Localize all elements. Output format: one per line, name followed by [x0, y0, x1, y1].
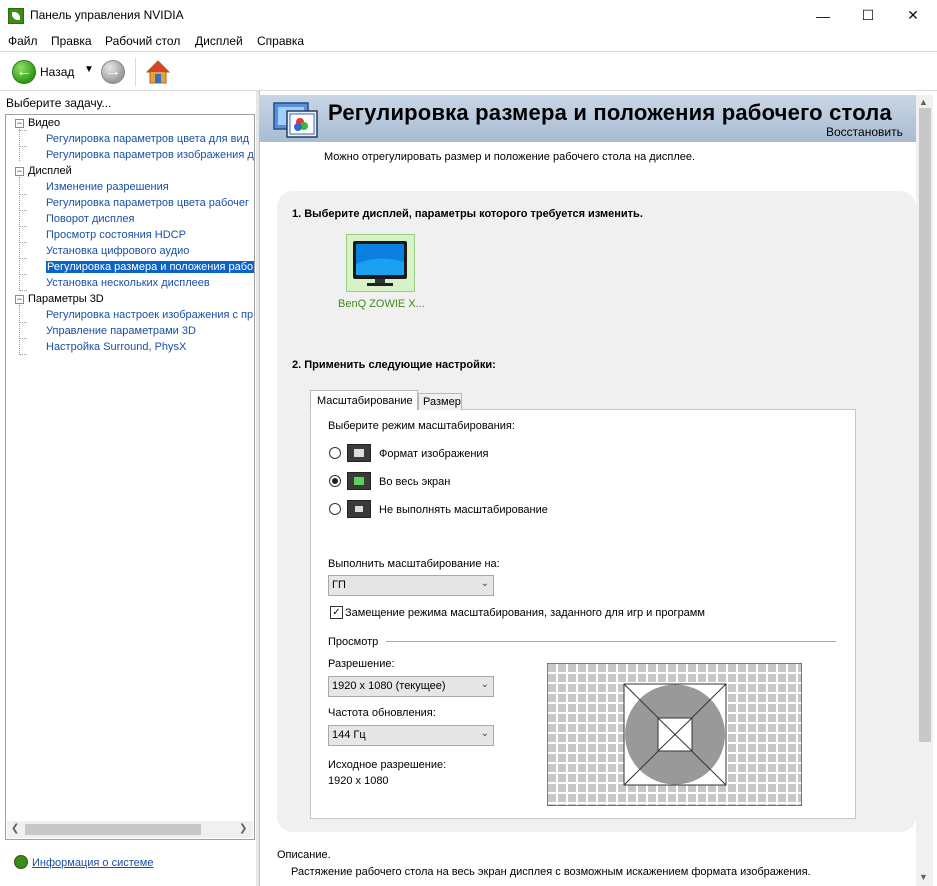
description-text: Растяжение рабочего стола на весь экран …	[291, 866, 811, 878]
override-scaling-checkbox[interactable]: ✓	[330, 606, 343, 619]
scroll-up-icon[interactable]: ▲	[919, 97, 928, 107]
system-info-icon	[14, 855, 28, 869]
tree-item-multiple-displays[interactable]: Установка нескольких дисплеев	[46, 277, 210, 289]
perform-scaling-on-select[interactable]: ГП ⌄	[328, 575, 494, 596]
restore-defaults-link[interactable]: Восстановить	[826, 125, 903, 139]
page-description: Можно отрегулировать размер и положение …	[324, 151, 696, 163]
nvidia-logo-icon	[8, 8, 24, 24]
refresh-rate-select[interactable]: 144 Гц ⌄	[328, 725, 494, 746]
preview-section-label: Просмотр	[328, 636, 379, 648]
desktop-settings-icon	[273, 102, 318, 138]
tab-size[interactable]: Размер	[418, 393, 462, 410]
task-tree: − Видео Регулировка параметров цвета для…	[5, 114, 255, 840]
toolbar: ← Назад ▼ →	[0, 51, 937, 91]
step1-heading: 1. Выберите дисплей, параметры которого …	[292, 208, 643, 220]
scroll-down-icon[interactable]: ▼	[919, 872, 928, 882]
native-resolution-value: 1920 x 1080	[328, 775, 389, 787]
tree-category-display[interactable]: Дисплей	[28, 165, 72, 177]
native-resolution-label: Исходное разрешение:	[328, 759, 447, 771]
chevron-down-icon[interactable]: ▼	[84, 64, 94, 75]
collapse-video-icon[interactable]: −	[15, 119, 24, 128]
monitor-icon[interactable]	[351, 240, 409, 286]
forward-arrow-icon[interactable]: →	[101, 60, 125, 84]
description-heading: Описание.	[277, 849, 331, 861]
preview-divider	[386, 641, 836, 642]
refresh-rate-label: Частота обновления:	[328, 707, 436, 719]
task-pane-header: Выберите задачу...	[6, 96, 112, 110]
resolution-label: Разрешение:	[328, 658, 395, 670]
tree-item-image-settings-preview[interactable]: Регулировка настроек изображения с пр	[46, 309, 253, 321]
menu-file[interactable]: Файл	[8, 34, 38, 48]
tree-category-video[interactable]: Видео	[28, 117, 60, 129]
tree-item-surround-physx[interactable]: Настройка Surround, PhysX	[46, 341, 186, 353]
tree-item-desktop-color[interactable]: Регулировка параметров цвета рабочег	[46, 197, 249, 209]
aspect-ratio-icon	[347, 444, 371, 462]
option-no-scaling[interactable]: Не выполнять масштабирование	[379, 504, 548, 516]
tree-item-video-color[interactable]: Регулировка параметров цвета для вид	[46, 133, 249, 145]
perform-scaling-on-value: ГП	[332, 579, 346, 591]
chevron-down-icon: ⌄	[480, 578, 489, 589]
tree-item-manage-3d[interactable]: Управление параметрами 3D	[46, 325, 196, 337]
menu-display[interactable]: Дисплей	[195, 34, 243, 48]
resolution-value: 1920 x 1080 (текущее)	[332, 680, 446, 692]
collapse-display-icon[interactable]: −	[15, 167, 24, 176]
page-title: Регулировка размера и положения рабочего…	[328, 100, 892, 125]
radio-aspect-ratio[interactable]	[329, 447, 341, 459]
display-name[interactable]: BenQ ZOWIE X...	[338, 298, 425, 310]
toolbar-separator	[135, 58, 136, 86]
scaling-mode-label: Выберите режим масштабирования:	[328, 420, 515, 432]
scroll-left-icon[interactable]: ❮	[11, 823, 19, 834]
tree-item-digital-audio[interactable]: Установка цифрового аудио	[46, 245, 189, 257]
menu-desktop[interactable]: Рабочий стол	[105, 34, 180, 48]
tree-category-3d[interactable]: Параметры 3D	[28, 293, 104, 305]
minimize-button[interactable]: —	[800, 0, 846, 31]
home-icon[interactable]	[145, 59, 171, 85]
system-info-link[interactable]: Информация о системе	[32, 857, 153, 869]
resolution-select[interactable]: 1920 x 1080 (текущее) ⌄	[328, 676, 494, 697]
tab-scaling[interactable]: Масштабирование	[310, 390, 418, 410]
option-full-screen[interactable]: Во весь экран	[379, 476, 450, 488]
vertical-scroll-thumb[interactable]	[919, 108, 931, 742]
tree-item-desktop-size-position[interactable]: Регулировка размера и положения рабо	[46, 261, 254, 273]
scaling-preview	[547, 663, 802, 806]
scroll-right-icon[interactable]: ❯	[239, 823, 247, 834]
back-button[interactable]: Назад	[40, 65, 74, 79]
menu-edit[interactable]: Правка	[51, 34, 92, 48]
maximize-button[interactable]: ☐	[845, 0, 891, 31]
override-scaling-label[interactable]: Замещение режима масштабирования, заданн…	[345, 607, 705, 619]
collapse-3d-icon[interactable]: −	[15, 295, 24, 304]
horizontal-scrollbar[interactable]: ❮ ❯	[7, 821, 253, 838]
scroll-thumb[interactable]	[25, 824, 201, 835]
back-arrow-icon[interactable]: ←	[12, 60, 36, 84]
radio-no-scaling[interactable]	[329, 503, 341, 515]
option-aspect-ratio[interactable]: Формат изображения	[379, 448, 489, 460]
full-screen-icon	[347, 472, 371, 490]
tree-item-change-resolution[interactable]: Изменение разрешения	[46, 181, 169, 193]
tree-item-hdcp-status[interactable]: Просмотр состояния HDCP	[46, 229, 186, 241]
refresh-rate-value: 144 Гц	[332, 729, 366, 741]
menu-help[interactable]: Справка	[257, 34, 304, 48]
chevron-down-icon: ⌄	[480, 679, 489, 690]
window-title: Панель управления NVIDIA	[30, 8, 184, 22]
step2-heading: 2. Применить следующие настройки:	[292, 359, 496, 371]
close-button[interactable]: ✕	[890, 0, 936, 31]
radio-full-screen[interactable]	[329, 475, 341, 487]
tree-item-rotate-display[interactable]: Поворот дисплея	[46, 213, 134, 225]
no-scaling-icon	[347, 500, 371, 518]
perform-scaling-on-label: Выполнить масштабирование на:	[328, 558, 500, 570]
chevron-down-icon: ⌄	[480, 728, 489, 739]
tree-item-video-image[interactable]: Регулировка параметров изображения д	[46, 149, 254, 161]
menu-bar: Файл Правка Рабочий стол Дисплей Справка	[0, 31, 937, 51]
